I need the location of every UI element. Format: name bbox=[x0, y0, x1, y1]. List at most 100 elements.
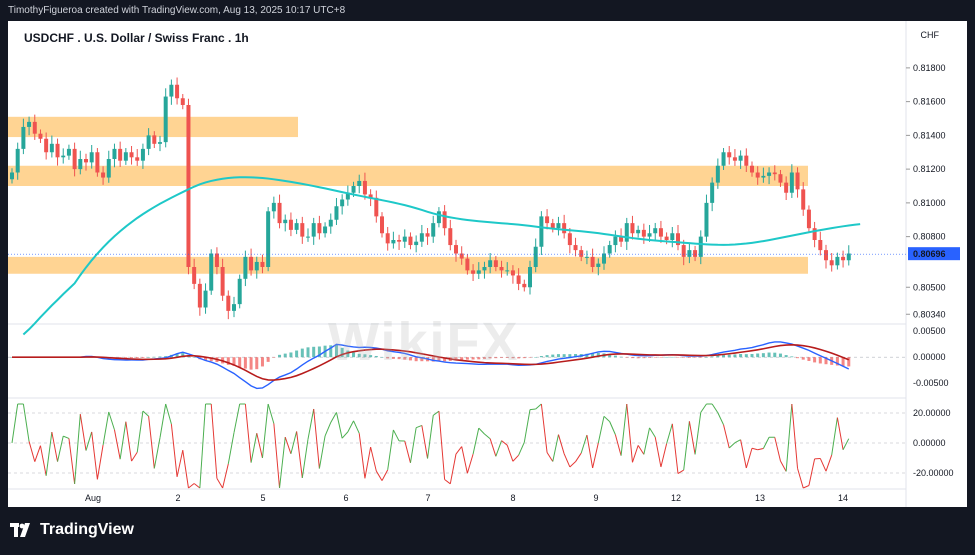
macd-histogram-bar bbox=[767, 352, 771, 358]
macd-histogram-bar bbox=[625, 357, 629, 358]
oscillator-segment bbox=[723, 424, 730, 449]
candle-body bbox=[556, 223, 561, 229]
candle-body bbox=[584, 256, 589, 258]
tradingview-logo[interactable]: TradingView bbox=[10, 521, 134, 539]
candle-body bbox=[482, 267, 487, 271]
candle-body bbox=[425, 233, 430, 237]
oscillator-segment bbox=[535, 403, 542, 410]
oscillator-segment bbox=[261, 403, 269, 459]
oscillator-segment bbox=[518, 442, 525, 456]
candle-body bbox=[118, 148, 123, 161]
candle-body bbox=[237, 278, 242, 305]
candle-body bbox=[260, 261, 265, 267]
oscillator-segment bbox=[700, 403, 707, 413]
candle-body bbox=[169, 84, 174, 97]
oscillator-segment bbox=[387, 429, 394, 470]
oscillator-segment bbox=[649, 427, 656, 438]
macd-histogram-bar bbox=[249, 357, 253, 370]
oscillator-segment bbox=[791, 403, 799, 469]
candle-body bbox=[670, 233, 675, 240]
macd-histogram-bar bbox=[255, 357, 259, 370]
candle-body bbox=[778, 174, 783, 183]
oscillator-segment bbox=[614, 434, 622, 456]
candle-body bbox=[732, 157, 737, 161]
oscillator-segment bbox=[301, 439, 309, 479]
macd-histogram-bar bbox=[676, 357, 680, 358]
candle-body bbox=[488, 260, 493, 267]
candle-body bbox=[163, 96, 168, 143]
candle-body bbox=[533, 246, 538, 267]
candle-body bbox=[89, 152, 94, 163]
macd-histogram-bar bbox=[556, 354, 560, 358]
oscillator-segment bbox=[842, 438, 850, 450]
macd-histogram-bar bbox=[659, 357, 663, 358]
candle-body bbox=[516, 275, 521, 284]
macd-histogram-bar bbox=[130, 357, 134, 359]
macd-histogram-bar bbox=[312, 346, 316, 358]
candle-body bbox=[744, 155, 749, 166]
candle-body bbox=[243, 256, 248, 279]
candle-body bbox=[704, 202, 709, 237]
oscillator-segment bbox=[478, 427, 485, 435]
watermark: WikiFX bbox=[328, 312, 520, 372]
oscillator-segment bbox=[489, 438, 497, 457]
candle-body bbox=[317, 223, 322, 234]
oscillator-segment bbox=[375, 470, 383, 481]
candle-body bbox=[362, 180, 367, 195]
macd-histogram-bar bbox=[739, 354, 743, 358]
oscillator-segment bbox=[740, 439, 747, 469]
oscillator-segment bbox=[683, 421, 690, 471]
candle-body bbox=[101, 172, 106, 178]
candle-body bbox=[545, 216, 550, 224]
candle-body bbox=[567, 233, 572, 246]
candle-body bbox=[431, 223, 436, 237]
macd-histogram-bar bbox=[539, 356, 543, 358]
oscillator-segment bbox=[330, 412, 337, 423]
x-tick-label: 13 bbox=[755, 493, 765, 503]
oscillator-segment bbox=[227, 432, 235, 464]
oscillator-segment bbox=[222, 463, 229, 489]
oscillator-segment bbox=[449, 453, 457, 484]
oscillator-segment bbox=[825, 454, 833, 472]
oscillator-segment bbox=[734, 439, 741, 444]
oscillator-segment bbox=[51, 431, 59, 462]
current-price-label: 0.80696 bbox=[913, 249, 946, 259]
chart-canvas[interactable]: 0.81800 0.81600 0.81400 0.81200 0.81000 0.808… bbox=[8, 21, 967, 507]
candle-body bbox=[596, 263, 601, 267]
candle-body bbox=[266, 211, 271, 267]
candle-body bbox=[129, 152, 134, 158]
oscillator-segment bbox=[57, 436, 64, 462]
macd-histogram-bar bbox=[813, 357, 817, 363]
oscillator-segment bbox=[603, 415, 611, 423]
oscillator-segment bbox=[671, 423, 679, 474]
candle-body bbox=[203, 290, 208, 308]
candle-body bbox=[448, 228, 453, 246]
oscillator-segment bbox=[148, 416, 155, 469]
macd-histogram-bar bbox=[295, 350, 299, 358]
oscillator-segment bbox=[512, 454, 519, 462]
oscillator-segment bbox=[421, 425, 429, 459]
macd-histogram-bar bbox=[778, 353, 782, 358]
oscillator-segment bbox=[797, 468, 804, 489]
macd-histogram-bar bbox=[630, 357, 634, 359]
oscillator-segment bbox=[819, 458, 827, 472]
oscillator-segment bbox=[307, 408, 315, 440]
y-tick-label: 0.81600 bbox=[913, 97, 946, 107]
candle-body bbox=[175, 84, 180, 99]
macd-histogram-bar bbox=[300, 348, 304, 358]
macd-histogram-bar bbox=[818, 357, 822, 364]
candle-body bbox=[186, 105, 191, 267]
chart-area[interactable]: 0.81800 0.81600 0.81400 0.81200 0.81000 0.808… bbox=[8, 21, 967, 507]
candle-body bbox=[357, 180, 362, 186]
macd-histogram-bar bbox=[790, 356, 794, 358]
macd-histogram-bar bbox=[727, 354, 731, 358]
candle-body bbox=[499, 267, 504, 271]
macd-histogram-bar bbox=[648, 357, 652, 358]
candle-body bbox=[841, 256, 846, 261]
oscillator-segment bbox=[404, 440, 411, 463]
oscillator-segment bbox=[34, 445, 41, 462]
oscillator-segment bbox=[273, 423, 281, 489]
oscillator-segment bbox=[557, 434, 565, 454]
candle-body bbox=[21, 126, 26, 149]
oscillator-segment bbox=[688, 421, 696, 455]
